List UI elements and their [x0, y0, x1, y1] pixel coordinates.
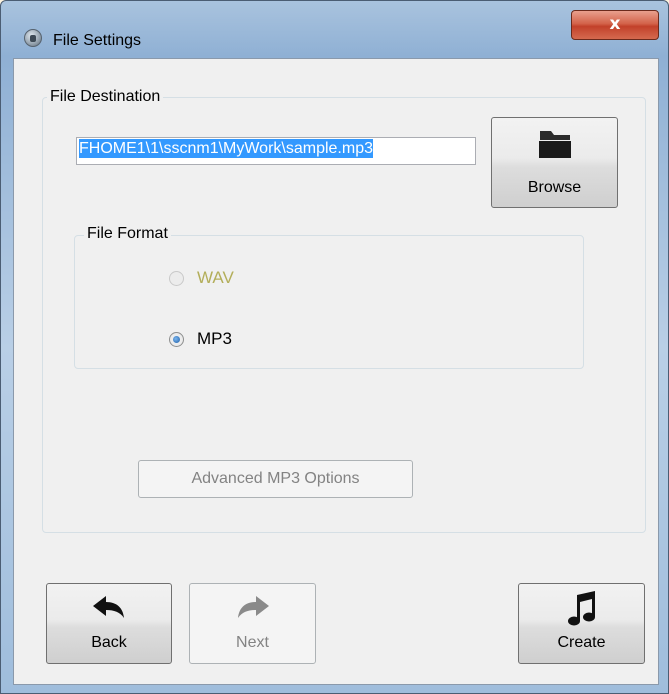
- mp3-radio-label: MP3: [197, 329, 232, 348]
- file-path-value: FHOME1\1\sscnm1\MyWork\sample.mp3: [79, 139, 373, 158]
- file-format-group: [74, 235, 584, 369]
- file-path-input[interactable]: FHOME1\1\sscnm1\MyWork\sample.mp3: [76, 137, 476, 165]
- back-arrow-icon: [91, 594, 127, 620]
- title-bar[interactable]: File Settings x: [1, 1, 668, 49]
- mp3-radio[interactable]: [169, 332, 184, 347]
- create-label: Create: [557, 634, 606, 651]
- file-settings-window: File Settings x File Destination FHOME1\…: [0, 0, 669, 694]
- advanced-mp3-options-button[interactable]: Advanced MP3 Options: [138, 460, 413, 498]
- window-title: File Settings: [53, 32, 142, 49]
- next-label: Next: [236, 634, 269, 651]
- back-button[interactable]: Back: [46, 583, 172, 664]
- create-button[interactable]: Create: [518, 583, 645, 664]
- advanced-mp3-options-label: Advanced MP3 Options: [191, 470, 360, 487]
- folder-icon: [537, 128, 573, 160]
- close-icon: x: [609, 14, 621, 34]
- browse-button[interactable]: Browse: [491, 117, 618, 208]
- back-label: Back: [91, 634, 127, 651]
- dialog-content: File Destination FHOME1\1\sscnm1\MyWork\…: [13, 58, 659, 685]
- wav-radio[interactable]: [169, 271, 184, 286]
- headset-icon: [24, 29, 42, 47]
- file-destination-label: File Destination: [47, 88, 164, 106]
- browse-label: Browse: [527, 179, 582, 196]
- music-note-icon: [567, 589, 599, 629]
- forward-arrow-icon: [235, 594, 271, 620]
- next-button[interactable]: Next: [189, 583, 316, 664]
- file-format-label: File Format: [84, 225, 171, 243]
- wav-radio-label: WAV: [197, 268, 234, 287]
- close-button[interactable]: x: [571, 10, 659, 40]
